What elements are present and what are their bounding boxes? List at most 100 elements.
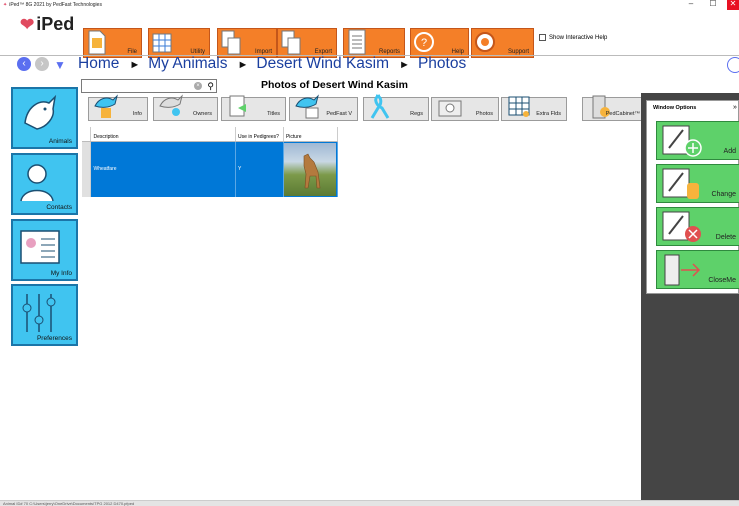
change-label: Change <box>711 191 736 198</box>
import-button[interactable]: Import <box>217 28 277 58</box>
id-card-icon <box>20 230 60 264</box>
reports-icon <box>348 29 366 55</box>
breadcrumb-animal[interactable]: Desert Wind Kasim <box>256 55 389 72</box>
tab-owners[interactable]: Owners <box>153 94 218 121</box>
clear-search-icon[interactable]: × <box>194 82 202 90</box>
column-picture[interactable]: Picture <box>283 127 339 142</box>
cell-use-in-pedigrees[interactable]: Y <box>235 141 284 197</box>
breadcrumb-separator: ► <box>237 59 249 71</box>
change-button[interactable]: Change <box>656 164 739 203</box>
grid-header-row: Description Use in Pedigrees? Picture <box>82 127 339 142</box>
row-selector[interactable] <box>82 141 92 197</box>
cell-picture[interactable] <box>283 141 339 197</box>
change-icon <box>662 168 699 199</box>
ribbon-icon <box>370 94 390 119</box>
tab-regs[interactable]: Regs <box>363 94 429 121</box>
camera-icon <box>438 100 462 117</box>
dog-photo <box>283 142 336 196</box>
tab-owners-label: Owners <box>193 111 212 117</box>
close-window-button[interactable]: ✕ <box>727 0 739 10</box>
tab-pedcabinet[interactable]: PedCabinet™ <box>582 95 646 121</box>
row-header-corner <box>82 127 92 142</box>
show-help-label: Show Interactive Help <box>549 34 608 41</box>
add-label: Add <box>723 148 736 155</box>
search-input[interactable]: × ⚲ <box>81 79 217 93</box>
tab-pedfast-v[interactable]: PedFast V <box>289 94 358 121</box>
tab-extra-flds-label: Extra Flds <box>536 111 561 117</box>
column-description[interactable]: Description <box>90 127 237 142</box>
nav-preferences[interactable]: Preferences <box>11 284 78 346</box>
app-title: iPed™ 8G 2021 by PedFast Technologies <box>3 0 102 10</box>
table-row[interactable]: Wheatfare Y <box>82 141 339 197</box>
tab-info-label: Info <box>132 111 142 117</box>
support-icon <box>475 32 495 52</box>
status-bar: Animal ID# 70 C:\Users\jerry\OneDrive\Do… <box>0 500 739 506</box>
cell-description[interactable]: Wheatfare <box>90 141 237 197</box>
tab-photos-label: Photos <box>475 111 493 117</box>
minimize-button[interactable]: – <box>680 0 702 10</box>
reports-button[interactable]: Reports <box>343 28 405 58</box>
tab-extra-flds[interactable]: Extra Flds <box>501 96 567 121</box>
delete-label: Delete <box>715 234 736 241</box>
info-tab-icon <box>94 94 118 118</box>
nav-animals-label: Animals <box>48 138 72 145</box>
owners-tab-icon <box>159 94 183 116</box>
refresh-icon[interactable] <box>727 57 739 73</box>
show-interactive-help[interactable]: Show Interactive Help <box>539 34 607 41</box>
extra-fields-icon <box>508 96 530 117</box>
history-dropdown-icon[interactable]: ▼ <box>54 58 66 72</box>
utility-button[interactable]: Utility <box>148 28 210 58</box>
delete-icon <box>662 211 701 242</box>
tab-photos[interactable]: Photos <box>431 97 499 121</box>
help-icon: ? <box>414 32 434 52</box>
column-use-in-pedigrees[interactable]: Use in Pedigrees? <box>235 127 284 142</box>
tab-regs-label: Regs <box>410 111 423 117</box>
tab-pedcabinet-label: PedCabinet™ <box>605 111 640 117</box>
window-options-panel: Window Options » Add Change Delete Close… <box>646 100 739 294</box>
window-titlebar: iPed™ 8G 2021 by PedFast Technologies – … <box>0 0 739 10</box>
photos-grid: Description Use in Pedigrees? Picture Wh… <box>82 127 339 197</box>
export-button[interactable]: Export <box>277 28 337 58</box>
nav-contacts[interactable]: Contacts <box>11 153 78 215</box>
add-icon <box>662 125 702 157</box>
forward-button[interactable]: › <box>35 57 49 71</box>
file-icon <box>88 30 106 55</box>
pedfast-v-tab-icon <box>295 94 319 119</box>
breadcrumb-separator: ► <box>399 59 410 71</box>
close-me-label: CloseMe <box>708 277 736 284</box>
nav-my-info-label: My Info <box>50 270 72 277</box>
binoculars-icon[interactable]: ⚲ <box>207 81 214 92</box>
maximize-button[interactable]: ☐ <box>702 0 724 10</box>
delete-button[interactable]: Delete <box>656 207 739 246</box>
logo-heart-icon: ❤ <box>20 14 35 34</box>
breadcrumb-photos[interactable]: Photos <box>418 55 466 72</box>
logo-text: iPed <box>36 14 75 34</box>
help-button[interactable]: ? Help <box>410 28 469 58</box>
record-tabs: Info Owners Titles PedFast V Regs Photos… <box>88 94 648 122</box>
nav-preferences-label: Preferences <box>36 335 72 342</box>
nav-contacts-label: Contacts <box>46 204 72 211</box>
close-me-button[interactable]: CloseMe <box>656 250 739 289</box>
show-help-checkbox[interactable] <box>539 34 546 41</box>
collapse-panel-icon[interactable]: » <box>733 104 737 111</box>
svg-text:?: ? <box>421 37 427 49</box>
import-icon <box>221 30 241 55</box>
dog-silhouette-icon <box>303 153 321 189</box>
file-button[interactable]: File <box>83 28 142 58</box>
breadcrumb-home[interactable]: Home <box>78 55 119 72</box>
nav-animals[interactable]: Animals <box>11 87 78 149</box>
tab-pedfast-v-label: PedFast V <box>326 111 352 117</box>
support-button[interactable]: Support <box>471 28 534 58</box>
tab-info[interactable]: Info <box>88 94 148 121</box>
titles-tab-icon <box>229 95 246 117</box>
add-button[interactable]: Add <box>656 121 739 160</box>
back-button[interactable]: ‹ <box>17 57 31 71</box>
breadcrumb-my-animals[interactable]: My Animals <box>148 55 227 72</box>
window-options-title: Window Options <box>653 105 697 111</box>
iped-logo: ❤ iPed <box>20 14 74 35</box>
sliders-icon <box>22 294 56 332</box>
breadcrumb: Home ► My Animals ► Desert Wind Kasim ► Photos <box>78 55 468 73</box>
tab-titles[interactable]: Titles <box>221 95 286 121</box>
breadcrumb-separator: ► <box>129 59 141 71</box>
nav-my-info[interactable]: My Info <box>11 219 78 281</box>
